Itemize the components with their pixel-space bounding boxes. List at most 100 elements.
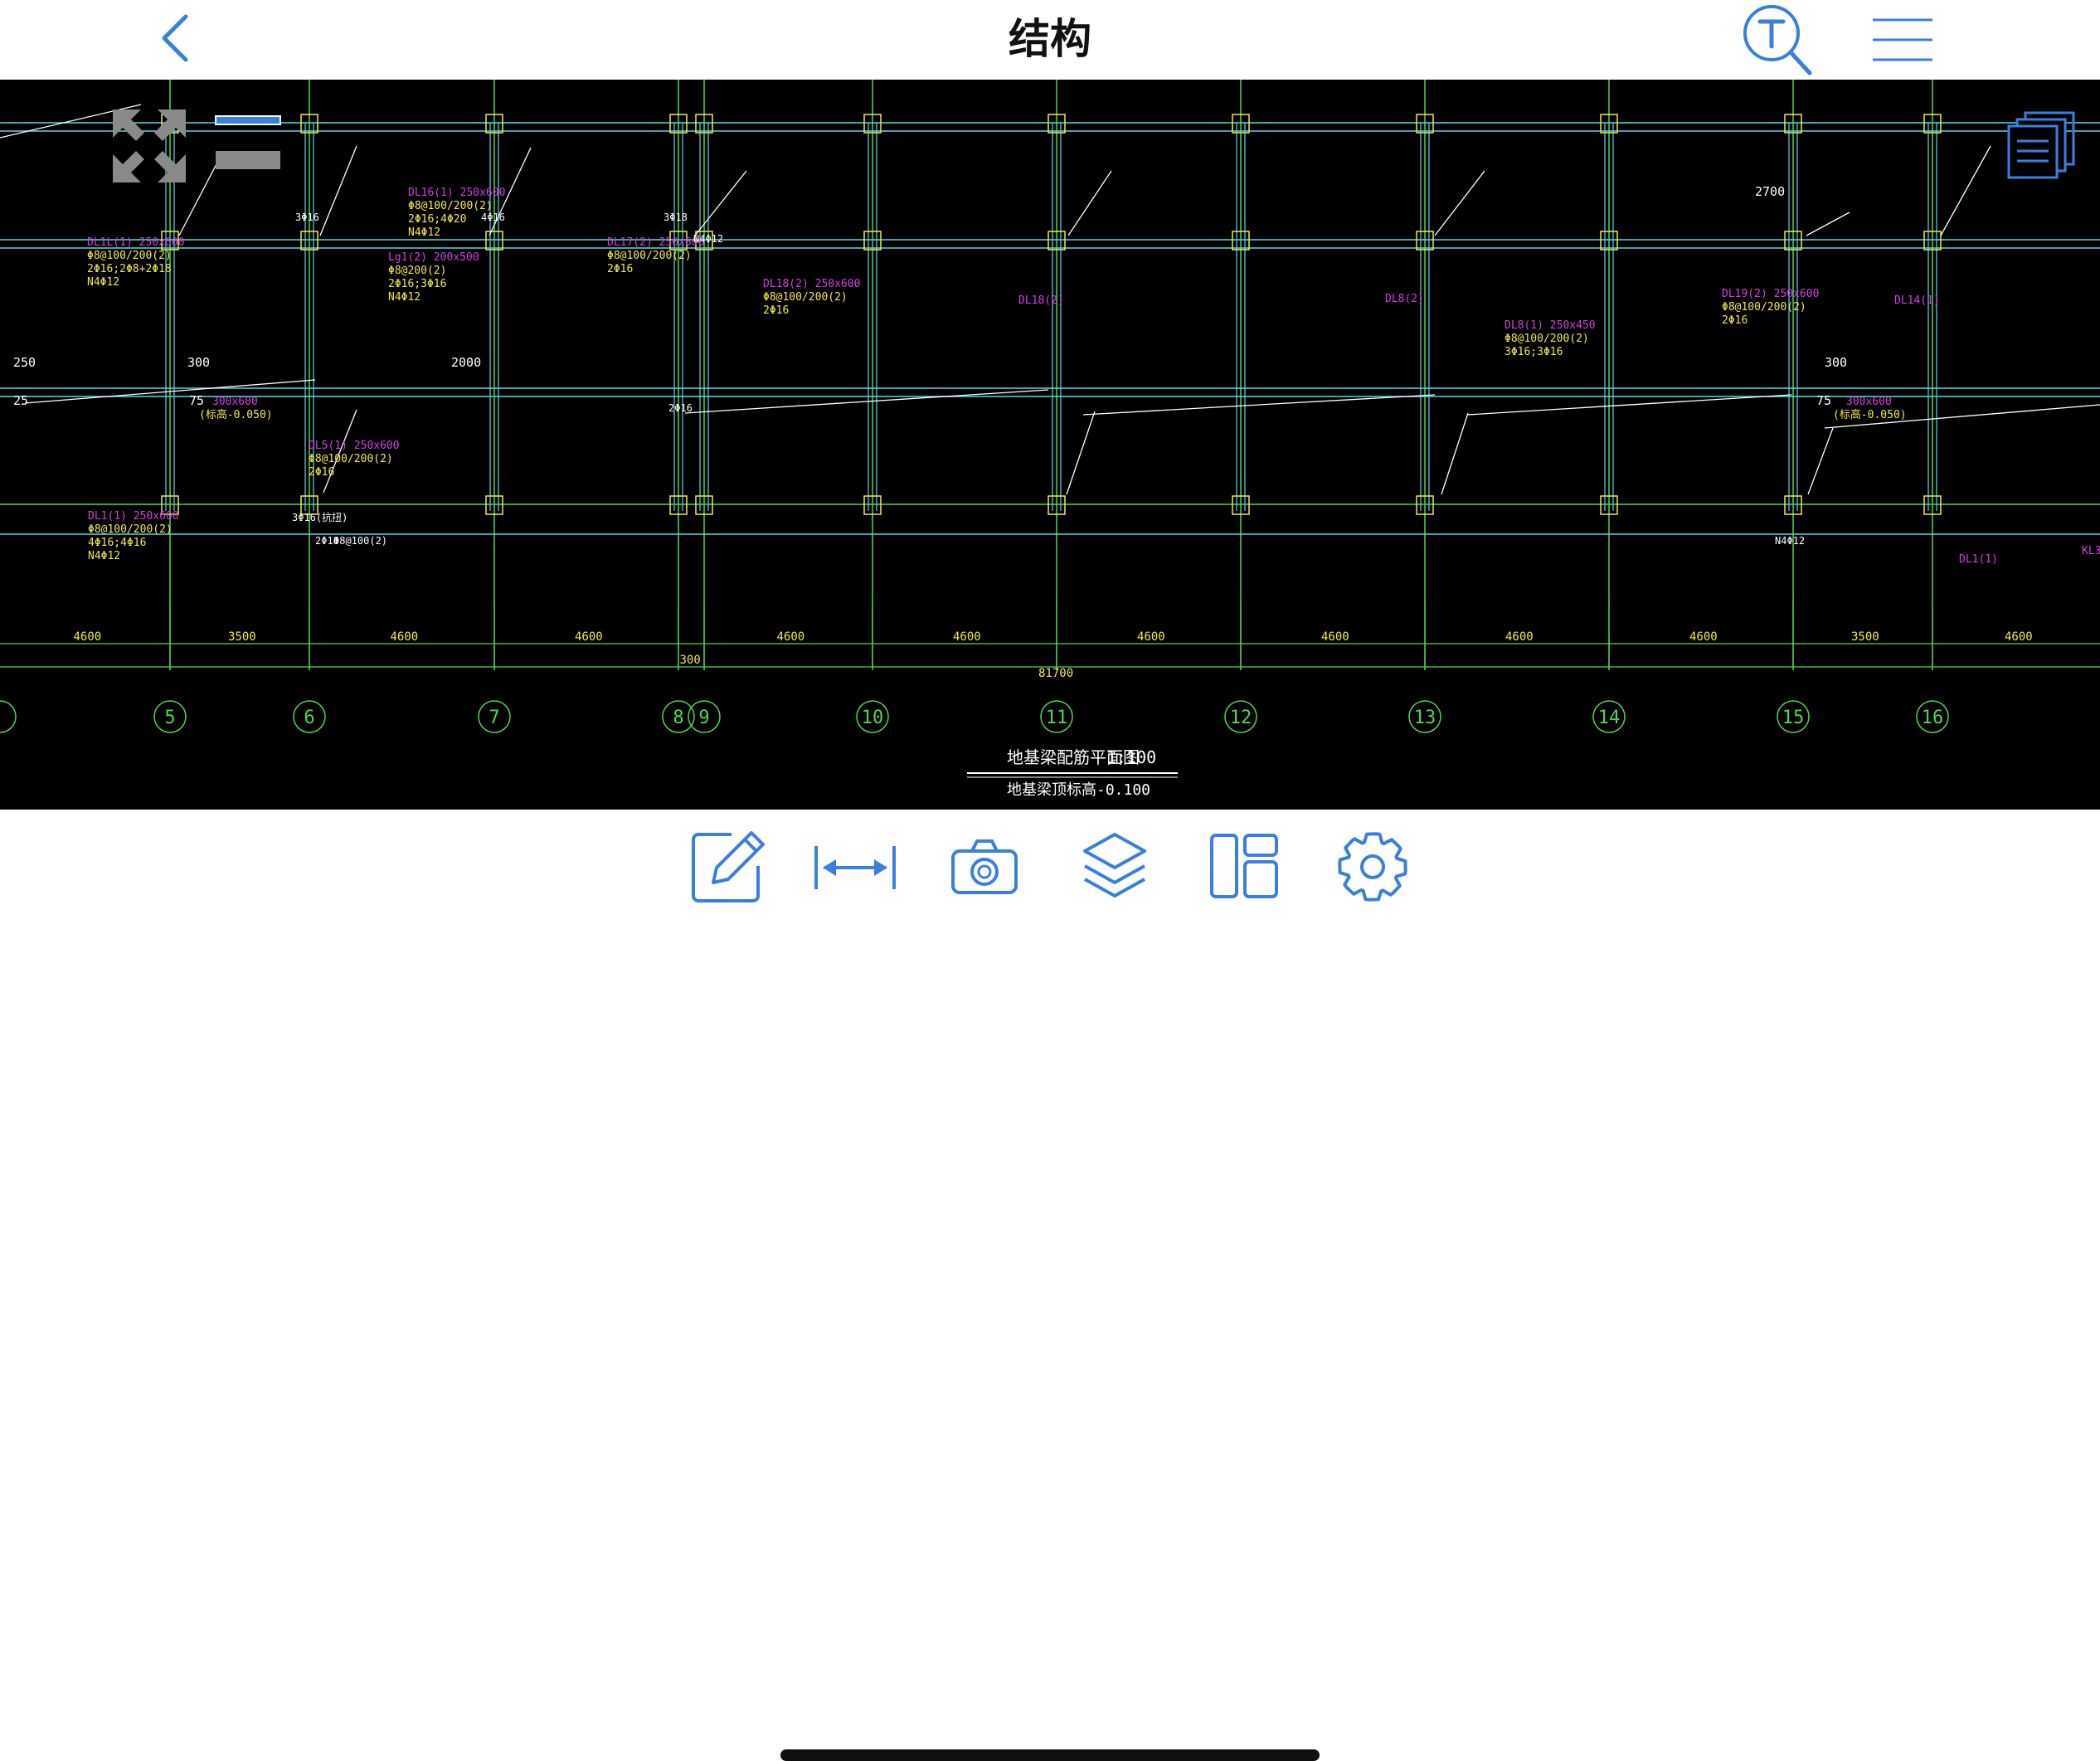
drawing-title-block: 地基梁配筋平面图 1:100 地基梁顶标高-0.100 — [967, 747, 1178, 799]
beam-label: Φ8@100/200(2) — [1505, 333, 1589, 345]
beam-label: DL5(1) 250x600 — [309, 440, 400, 452]
beam-label: DL18(2) 250x600 — [763, 278, 860, 290]
slope-line — [1441, 412, 1469, 495]
layer-toggle-button[interactable] — [214, 114, 284, 173]
beam-label: DL14(1) — [1894, 294, 1940, 307]
dimension-value: 4600 — [777, 630, 805, 644]
small-dimension: 75 — [1816, 393, 1831, 408]
beam-label: Φ8@100/200(2) — [607, 250, 692, 262]
beam-label: 2Φ16 — [763, 304, 789, 317]
top-navigation-bar: 结构 — [0, 0, 2100, 80]
layer-toggle-icon — [215, 115, 281, 169]
axis-grid-lines — [0, 80, 2100, 670]
axis-label: 13 — [1414, 708, 1436, 728]
slope-line — [319, 145, 357, 236]
fullscreen-expand-icon — [113, 109, 186, 182]
slope-line — [1806, 212, 1850, 236]
beam-label: Φ8@100/200(2) — [309, 453, 393, 465]
dimension-value: 300 — [680, 654, 701, 667]
beam-label: Φ8@100/200(2) — [408, 200, 493, 212]
axis-label: 9 — [698, 708, 709, 728]
rebar-note: 4Φ16 — [481, 212, 505, 223]
layers-tool-button[interactable] — [1082, 831, 1148, 901]
home-indicator — [780, 1749, 1320, 1761]
beam-label: 2Φ16;2Φ8+2Φ18 — [87, 263, 172, 275]
axis-bubble — [0, 700, 17, 733]
beam-label: DL1L(1) 250x600 — [87, 236, 184, 249]
text-search-button[interactable] — [1738, 2, 1813, 76]
small-dimension: 250 — [13, 355, 36, 370]
beam-label: N4Φ12 — [388, 291, 420, 304]
dimension-value: 4600 — [1321, 630, 1349, 644]
axis-label: 10 — [862, 708, 884, 728]
rebar-note: Φ8@100(2) — [333, 535, 387, 547]
axis-label: 5 — [164, 708, 175, 728]
axis-label: 8 — [673, 708, 683, 728]
dimension-value: 4600 — [575, 630, 603, 644]
beam-label: DL8(1) 250x450 — [1505, 319, 1596, 332]
dimension-value: 4600 — [1505, 630, 1534, 644]
beam-label: 2Φ16;4Φ20 — [408, 213, 466, 226]
beam-label: 2Φ16 — [1722, 314, 1748, 327]
dimension-value: 4600 — [1689, 630, 1718, 644]
axis-label: 16 — [1922, 708, 1944, 728]
edit-tool-button[interactable] — [690, 829, 766, 904]
beam-label: Φ8@100/200(2) — [763, 291, 848, 304]
small-dimension: 300 — [187, 355, 210, 370]
drawing-scale: 1:100 — [1106, 747, 1156, 767]
fullscreen-button[interactable] — [108, 105, 191, 187]
level-note: 300x600 — [1846, 396, 1892, 408]
small-dimension: 75 — [189, 393, 204, 408]
dimension-value: 4600 — [2005, 630, 2033, 644]
beam-label: N4Φ12 — [408, 226, 440, 239]
beam-label: DL16(1) 250x600 — [408, 187, 505, 199]
settings-tool-button[interactable] — [1335, 829, 1410, 904]
slope-line — [684, 389, 1049, 414]
slope-line — [1082, 394, 1436, 416]
dimension-value: 4600 — [953, 630, 981, 644]
beam-label: N4Φ12 — [88, 550, 120, 562]
beam-label: Φ8@200(2) — [388, 265, 446, 277]
dimension-value: 3500 — [1851, 630, 1879, 644]
small-dimension: 2700 — [1755, 184, 1785, 199]
axis-label: 6 — [304, 708, 314, 728]
axis-label: 11 — [1046, 708, 1068, 728]
slope-line — [694, 170, 747, 236]
pencil-square-icon — [692, 831, 765, 902]
menu-button[interactable] — [1871, 17, 1934, 63]
beam-label: DL19(2) 250x600 — [1722, 288, 1819, 300]
axis-label: 15 — [1782, 708, 1805, 728]
beam-label: DL1(1) — [1959, 553, 1998, 566]
beam-label: 3Φ16;3Φ16 — [1505, 346, 1563, 358]
beam-label: Φ8@100/200(2) — [87, 250, 172, 262]
beam-label: DL1(1) 250x600 — [88, 510, 179, 523]
level-note: 300x600 — [212, 396, 258, 408]
slope-line — [1066, 411, 1096, 495]
beam-label: KL33(1) — [2082, 545, 2100, 557]
layout-tool-button[interactable] — [1209, 833, 1279, 899]
slope-line — [1067, 170, 1112, 236]
layers-stack-icon — [1083, 833, 1146, 898]
text-search-icon — [1743, 5, 1812, 75]
beam-label: DL17(2) 250x600 — [607, 236, 704, 249]
measure-tool-button[interactable] — [813, 843, 897, 893]
document-pages-icon — [2007, 111, 2075, 179]
dimension-value: 4600 — [74, 630, 102, 644]
rebar-note: 3Φ16(抗扭) — [292, 511, 348, 523]
axis-label: 12 — [1230, 708, 1252, 728]
measure-distance-icon — [814, 846, 896, 889]
slope-line — [1807, 427, 1834, 495]
axis-label: 14 — [1598, 708, 1621, 728]
small-dimension: 2000 — [451, 355, 481, 370]
beam-label: N4Φ12 — [87, 276, 119, 289]
cad-drawing[interactable]: 4600 3500 4600 4600 300 4600 4600 4600 4600 4600 4… — [0, 80, 2100, 810]
cad-drawing-canvas[interactable]: 4600 3500 4600 4600 300 4600 4600 4600 4600 4600 4… — [0, 80, 2100, 810]
axis-bubbles: 5 6 7 8 9 10 11 12 13 14 15 16 — [0, 700, 1949, 733]
axis-label: 7 — [489, 708, 499, 728]
dimension-value: 4600 — [1137, 630, 1165, 644]
slope-line — [1940, 145, 1991, 236]
rebar-note: N4Φ12 — [1775, 535, 1805, 547]
camera-tool-button[interactable] — [950, 838, 1018, 896]
pages-button[interactable] — [2007, 109, 2077, 179]
level-note: (标高-0.050) — [1833, 408, 1907, 421]
